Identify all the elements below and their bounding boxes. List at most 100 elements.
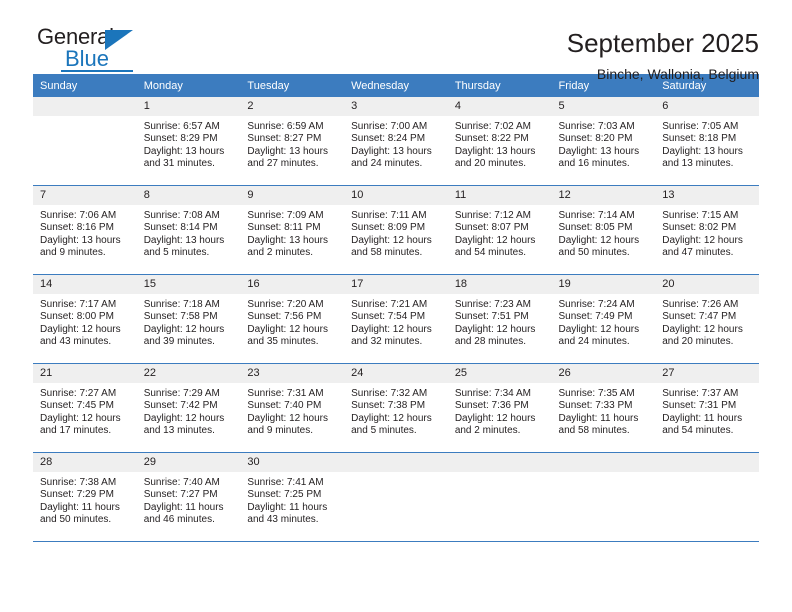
calendar-day-cell[interactable]: 17 Sunrise: 7:21 AM Sunset: 7:54 PM Dayligh… — [344, 274, 448, 364]
calendar-day-cell[interactable]: 19 Sunrise: 7:24 AM Sunset: 7:49 PM Dayligh… — [551, 274, 656, 364]
day-cell-content: 2 Sunrise: 6:59 AM Sunset: 8:27 PM Daylight… — [240, 97, 345, 185]
day-detail-line: Daylight: 13 hours — [247, 145, 329, 157]
calendar-week-row: 7 Sunrise: 7:06 AM Sunset: 8:16 PM Daylight… — [33, 185, 759, 275]
day-detail-line: Daylight: 13 hours — [454, 145, 536, 157]
day-detail-line: and 46 minutes. — [143, 514, 215, 526]
calendar-day-cell[interactable]: 9 Sunrise: 7:09 AM Sunset: 8:11 PM Daylight… — [240, 185, 345, 275]
day-cell-content: 18 Sunrise: 7:23 AM Sunset: 7:51 PM Dayligh… — [447, 275, 552, 363]
calendar-day-cell[interactable]: 18 Sunrise: 7:23 AM Sunset: 7:51 PM Dayligh… — [447, 274, 552, 364]
day-detail-line: and 9 minutes. — [40, 247, 106, 259]
day-detail-line: Sunset: 7:36 PM — [454, 400, 529, 412]
calendar-day-cell[interactable]: 14 Sunrise: 7:17 AM Sunset: 8:00 PM Dayligh… — [33, 274, 137, 364]
day-sun-details: Sunrise: 7:06 AM Sunset: 8:16 PM Daylight:… — [33, 205, 137, 260]
calendar-day-cell[interactable]: 30 Sunrise: 7:41 AM Sunset: 7:25 PM Dayligh… — [240, 452, 345, 541]
day-cell-content: 26 Sunrise: 7:35 AM Sunset: 7:33 PM Dayligh… — [551, 364, 656, 452]
day-cell-content: 16 Sunrise: 7:20 AM Sunset: 7:56 PM Dayligh… — [240, 275, 345, 363]
day-detail-line: Daylight: 13 hours — [143, 145, 225, 157]
day-number: 11 — [447, 186, 552, 205]
calendar-day-cell-empty — [344, 452, 448, 541]
day-number: 3 — [344, 97, 448, 116]
day-detail-line: Daylight: 12 hours — [662, 234, 743, 246]
calendar-day-cell[interactable]: 2 Sunrise: 6:59 AM Sunset: 8:27 PM Daylight… — [240, 97, 345, 186]
day-detail-line: Daylight: 13 hours — [40, 234, 121, 246]
day-detail-line: and 24 minutes. — [558, 336, 630, 348]
calendar-day-cell[interactable]: 27 Sunrise: 7:37 AM Sunset: 7:31 PM Dayligh… — [655, 363, 759, 453]
day-detail-line: and 16 minutes. — [558, 158, 630, 170]
day-sun-details: Sunrise: 7:40 AM Sunset: 7:27 PM Daylight:… — [137, 472, 241, 527]
day-sun-details: Sunrise: 7:35 AM Sunset: 7:33 PM Daylight:… — [552, 383, 656, 438]
calendar-day-cell[interactable]: 16 Sunrise: 7:20 AM Sunset: 7:56 PM Dayligh… — [240, 274, 345, 364]
day-detail-line: Sunset: 8:07 PM — [454, 222, 529, 234]
calendar-day-cell[interactable]: 15 Sunrise: 7:18 AM Sunset: 7:58 PM Dayligh… — [136, 274, 241, 364]
day-detail-line: Daylight: 13 hours — [143, 234, 225, 246]
day-sun-details: Sunrise: 7:34 AM Sunset: 7:36 PM Daylight:… — [448, 383, 552, 438]
calendar-day-cell[interactable]: 3 Sunrise: 7:00 AM Sunset: 8:24 PM Daylight… — [344, 97, 448, 186]
day-detail-line: Sunset: 8:02 PM — [662, 222, 737, 234]
day-number: 16 — [240, 275, 345, 294]
calendar-day-cell[interactable]: 6 Sunrise: 7:05 AM Sunset: 8:18 PM Daylight… — [655, 97, 759, 186]
calendar-day-cell[interactable]: 23 Sunrise: 7:31 AM Sunset: 7:40 PM Dayligh… — [240, 363, 345, 453]
day-number: 25 — [447, 364, 552, 383]
day-number: 9 — [240, 186, 345, 205]
calendar-day-cell[interactable]: 12 Sunrise: 7:14 AM Sunset: 8:05 PM Dayligh… — [551, 185, 656, 275]
day-detail-line: Sunset: 7:33 PM — [558, 400, 633, 412]
day-detail-line: Sunset: 8:27 PM — [247, 133, 322, 145]
calendar-day-cell[interactable]: 25 Sunrise: 7:34 AM Sunset: 7:36 PM Dayligh… — [447, 363, 552, 453]
day-detail-line: Sunrise: 7:02 AM — [454, 121, 531, 132]
calendar-day-cell[interactable]: 5 Sunrise: 7:03 AM Sunset: 8:20 PM Daylight… — [551, 97, 656, 186]
day-detail-line: Daylight: 13 hours — [558, 145, 640, 157]
calendar-day-cell[interactable]: 28 Sunrise: 7:38 AM Sunset: 7:29 PM Dayligh… — [33, 452, 137, 541]
day-cell-content: 14 Sunrise: 7:17 AM Sunset: 8:00 PM Dayligh… — [33, 275, 137, 363]
calendar-day-cell[interactable]: 26 Sunrise: 7:35 AM Sunset: 7:33 PM Dayligh… — [551, 363, 656, 453]
day-number: 28 — [33, 453, 137, 472]
day-detail-line: Sunrise: 7:29 AM — [143, 388, 220, 399]
calendar-day-cell[interactable]: 24 Sunrise: 7:32 AM Sunset: 7:38 PM Dayligh… — [344, 363, 448, 453]
day-detail-line: Sunrise: 7:14 AM — [558, 210, 635, 221]
calendar-day-cell[interactable]: 20 Sunrise: 7:26 AM Sunset: 7:47 PM Dayligh… — [655, 274, 759, 364]
day-detail-line: Sunset: 7:42 PM — [143, 400, 218, 412]
calendar-day-cell[interactable]: 29 Sunrise: 7:40 AM Sunset: 7:27 PM Dayligh… — [136, 452, 241, 541]
day-detail-line: Sunset: 8:14 PM — [143, 222, 218, 234]
day-detail-line: Sunset: 7:29 PM — [40, 489, 114, 501]
day-cell-content: 6 Sunrise: 7:05 AM Sunset: 8:18 PM Daylight… — [655, 97, 759, 185]
day-detail-line: Sunset: 8:11 PM — [247, 222, 321, 234]
day-sun-details: Sunrise: 7:20 AM Sunset: 7:56 PM Daylight:… — [240, 294, 344, 349]
day-sun-details: Sunrise: 7:03 AM Sunset: 8:20 PM Daylight:… — [552, 116, 656, 171]
day-sun-details: Sunrise: 7:12 AM Sunset: 8:07 PM Daylight:… — [448, 205, 552, 260]
day-cell-content: 1 Sunrise: 6:57 AM Sunset: 8:29 PM Daylight… — [136, 97, 241, 185]
day-detail-line: and 32 minutes. — [351, 336, 423, 348]
day-detail-line: Daylight: 12 hours — [454, 323, 536, 335]
day-cell-content — [551, 453, 656, 541]
day-cell-content — [447, 453, 552, 541]
calendar-day-cell[interactable]: 21 Sunrise: 7:27 AM Sunset: 7:45 PM Dayligh… — [33, 363, 137, 453]
calendar-day-cell[interactable]: 10 Sunrise: 7:11 AM Sunset: 8:09 PM Dayligh… — [344, 185, 448, 275]
calendar-day-cell[interactable]: 4 Sunrise: 7:02 AM Sunset: 8:22 PM Daylight… — [447, 97, 552, 186]
day-number: 26 — [551, 364, 656, 383]
day-cell-content: 12 Sunrise: 7:14 AM Sunset: 8:05 PM Dayligh… — [551, 186, 656, 274]
day-detail-line: Daylight: 13 hours — [247, 234, 329, 246]
day-sun-details: Sunrise: 7:29 AM Sunset: 7:42 PM Daylight:… — [137, 383, 241, 438]
day-detail-line: Sunset: 8:24 PM — [351, 133, 426, 145]
day-detail-line: Sunrise: 7:38 AM — [40, 477, 117, 488]
day-detail-line: and 43 minutes. — [247, 514, 319, 526]
calendar-day-cell[interactable]: 22 Sunrise: 7:29 AM Sunset: 7:42 PM Dayligh… — [136, 363, 241, 453]
day-detail-line: Sunset: 7:58 PM — [143, 311, 218, 323]
calendar-day-cell[interactable]: 7 Sunrise: 7:06 AM Sunset: 8:16 PM Daylight… — [33, 185, 137, 275]
calendar-day-cell[interactable]: 1 Sunrise: 6:57 AM Sunset: 8:29 PM Daylight… — [136, 97, 241, 186]
calendar-day-cell[interactable]: 8 Sunrise: 7:08 AM Sunset: 8:14 PM Daylight… — [136, 185, 241, 275]
day-detail-line: Sunrise: 7:08 AM — [143, 210, 220, 221]
day-detail-line: Sunset: 7:54 PM — [351, 311, 426, 323]
day-detail-line: and 24 minutes. — [351, 158, 423, 170]
day-detail-line: Daylight: 12 hours — [351, 323, 432, 335]
day-detail-line: Sunrise: 7:20 AM — [247, 299, 324, 310]
weekday-header-wednesday: Wednesday — [344, 74, 448, 97]
day-cell-content — [655, 453, 759, 541]
calendar-day-cell[interactable]: 11 Sunrise: 7:12 AM Sunset: 8:07 PM Dayligh… — [447, 185, 552, 275]
day-number: 22 — [136, 364, 241, 383]
calendar-day-cell[interactable]: 13 Sunrise: 7:15 AM Sunset: 8:02 PM Dayligh… — [655, 185, 759, 275]
day-detail-line: Daylight: 12 hours — [558, 323, 640, 335]
day-detail-line: Sunset: 7:31 PM — [662, 400, 737, 412]
day-detail-line: Sunset: 7:49 PM — [558, 311, 633, 323]
day-cell-content: 17 Sunrise: 7:21 AM Sunset: 7:54 PM Dayligh… — [344, 275, 448, 363]
day-detail-line: Daylight: 12 hours — [662, 323, 743, 335]
